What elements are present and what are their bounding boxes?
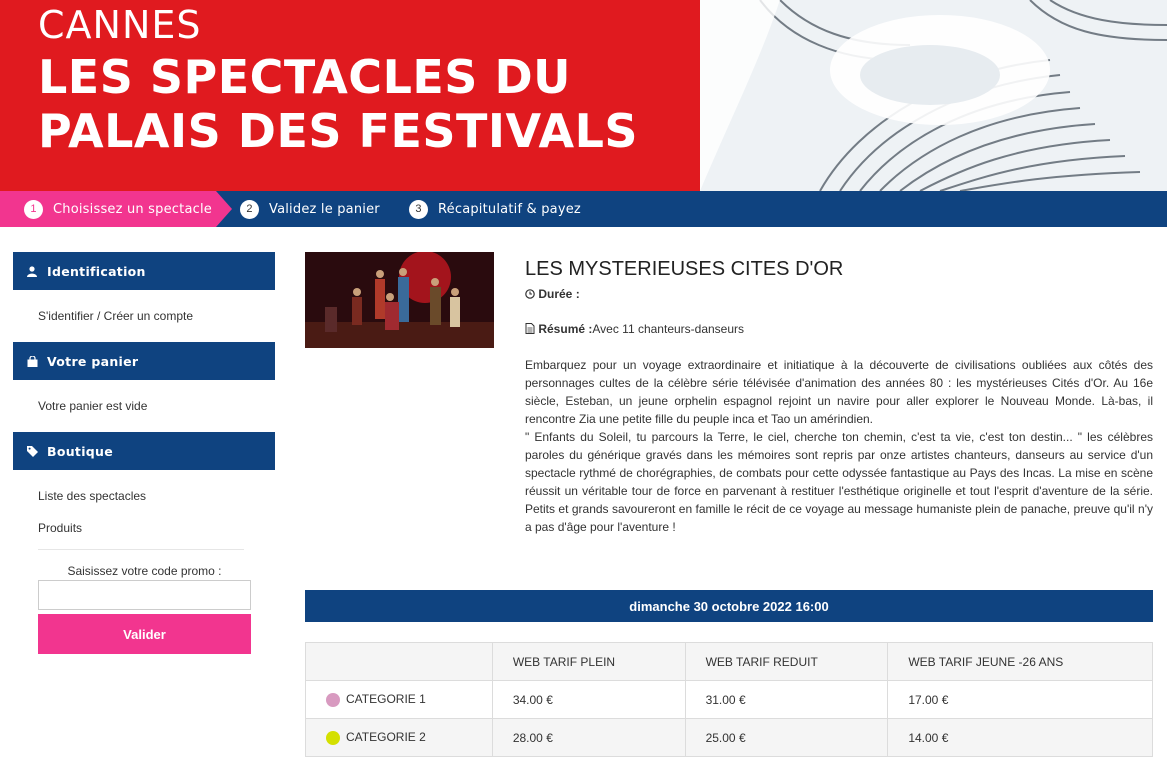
- identification-title: Identification: [47, 263, 146, 279]
- summary-row: Résumé :Avec 11 chanteurs-danseurs: [525, 322, 744, 336]
- price-cell[interactable]: 17.00 €: [887, 680, 1153, 719]
- category-1-label: CATEGORIE 1: [346, 692, 426, 707]
- cart-title: Votre panier: [47, 353, 139, 369]
- category-2-color-dot: [326, 730, 340, 745]
- cart-empty-text: Votre panier est vide: [38, 399, 148, 413]
- identification-header: Identification: [13, 252, 275, 290]
- duration-label: Durée :: [538, 287, 580, 301]
- user-icon: [23, 265, 41, 277]
- summary-label: Résumé :: [538, 322, 593, 336]
- promo-code-input[interactable]: [38, 580, 251, 610]
- header-category: [305, 642, 493, 681]
- products-link[interactable]: Produits: [38, 521, 82, 535]
- price-table-header: WEB TARIF PLEIN WEB TARIF REDUIT WEB TAR…: [305, 642, 1153, 681]
- price-table: WEB TARIF PLEIN WEB TARIF REDUIT WEB TAR…: [305, 642, 1153, 757]
- promo-code-label: Saisissez votre code promo :: [67, 564, 222, 578]
- validate-promo-button[interactable]: Valider: [38, 614, 251, 654]
- header-tarif-reduit: WEB TARIF REDUIT: [684, 642, 889, 681]
- shop-title: Boutique: [47, 443, 113, 459]
- table-row: CATEGORIE 1 34.00 € 31.00 € 17.00 €: [305, 680, 1153, 719]
- session-date-bar: dimanche 30 octobre 2022 16:00: [305, 590, 1153, 622]
- banner-city: CANNES: [38, 3, 202, 47]
- step-3[interactable]: 3 Récapitulatif & payez: [409, 191, 581, 227]
- step-1[interactable]: 1 Choisissez un spectacle: [24, 191, 212, 227]
- table-row: CATEGORIE 2 28.00 € 25.00 € 14.00 €: [305, 718, 1153, 757]
- step-3-label: Récapitulatif & payez: [438, 201, 581, 217]
- category-2-label: CATEGORIE 2: [346, 730, 426, 745]
- staircase-graphic: [700, 0, 1167, 191]
- category-cell: CATEGORIE 2: [305, 718, 493, 757]
- banner-title-line2: PALAIS DES FESTIVALS: [38, 104, 639, 158]
- price-cell[interactable]: 34.00 €: [491, 680, 686, 719]
- price-cell[interactable]: 28.00 €: [491, 718, 686, 757]
- header-tarif-plein: WEB TARIF PLEIN: [491, 642, 686, 681]
- step-2-number: 2: [240, 199, 259, 219]
- summary-value: Avec 11 chanteurs-danseurs: [592, 322, 745, 336]
- step-1-number: 1: [24, 199, 43, 219]
- step-3-number: 3: [409, 199, 428, 219]
- banner-title-line1: LES SPECTACLES DU: [38, 50, 571, 104]
- step-1-label: Choisissez un spectacle: [53, 201, 212, 217]
- price-cell[interactable]: 25.00 €: [684, 718, 889, 757]
- banner-red-panel: CANNES LES SPECTACLES DU PALAIS DES FEST…: [0, 0, 700, 191]
- description-paragraph-1: Embarquez pour un voyage extraordinaire …: [525, 358, 1153, 426]
- document-icon: [525, 322, 538, 336]
- shop-header: Boutique: [13, 432, 275, 470]
- shows-list-link[interactable]: Liste des spectacles: [38, 489, 146, 503]
- header-tarif-jeune: WEB TARIF JEUNE -26 ANS: [887, 642, 1153, 681]
- description-paragraph-2: " Enfants du Soleil, tu parcours la Terr…: [525, 430, 1153, 534]
- clock-icon: [525, 287, 538, 301]
- show-title: LES MYSTERIEUSES CITES D'OR: [525, 258, 844, 280]
- checkout-steps-bar: 1 Choisissez un spectacle 2 Validez le p…: [0, 191, 1167, 227]
- login-register-link[interactable]: S'identifier / Créer un compte: [38, 309, 193, 323]
- price-cell[interactable]: 14.00 €: [887, 718, 1153, 757]
- shopping-bag-icon: [23, 355, 41, 367]
- show-photo: [305, 252, 494, 348]
- price-cell[interactable]: 31.00 €: [684, 680, 889, 719]
- banner-title: LES SPECTACLES DU PALAIS DES FESTIVALS: [38, 50, 638, 158]
- tag-icon: [23, 445, 41, 457]
- show-description: Embarquez pour un voyage extraordinaire …: [525, 356, 1153, 536]
- step-2[interactable]: 2 Validez le panier: [240, 191, 380, 227]
- header-banner: CANNES LES SPECTACLES DU PALAIS DES FEST…: [0, 0, 1167, 191]
- category-cell: CATEGORIE 1: [305, 680, 493, 719]
- banner-staircase-image: [700, 0, 1167, 191]
- category-1-color-dot: [326, 692, 340, 707]
- divider: [38, 549, 244, 550]
- duration-row: Durée :: [525, 287, 580, 301]
- cart-header: Votre panier: [13, 342, 275, 380]
- step-2-label: Validez le panier: [269, 201, 380, 217]
